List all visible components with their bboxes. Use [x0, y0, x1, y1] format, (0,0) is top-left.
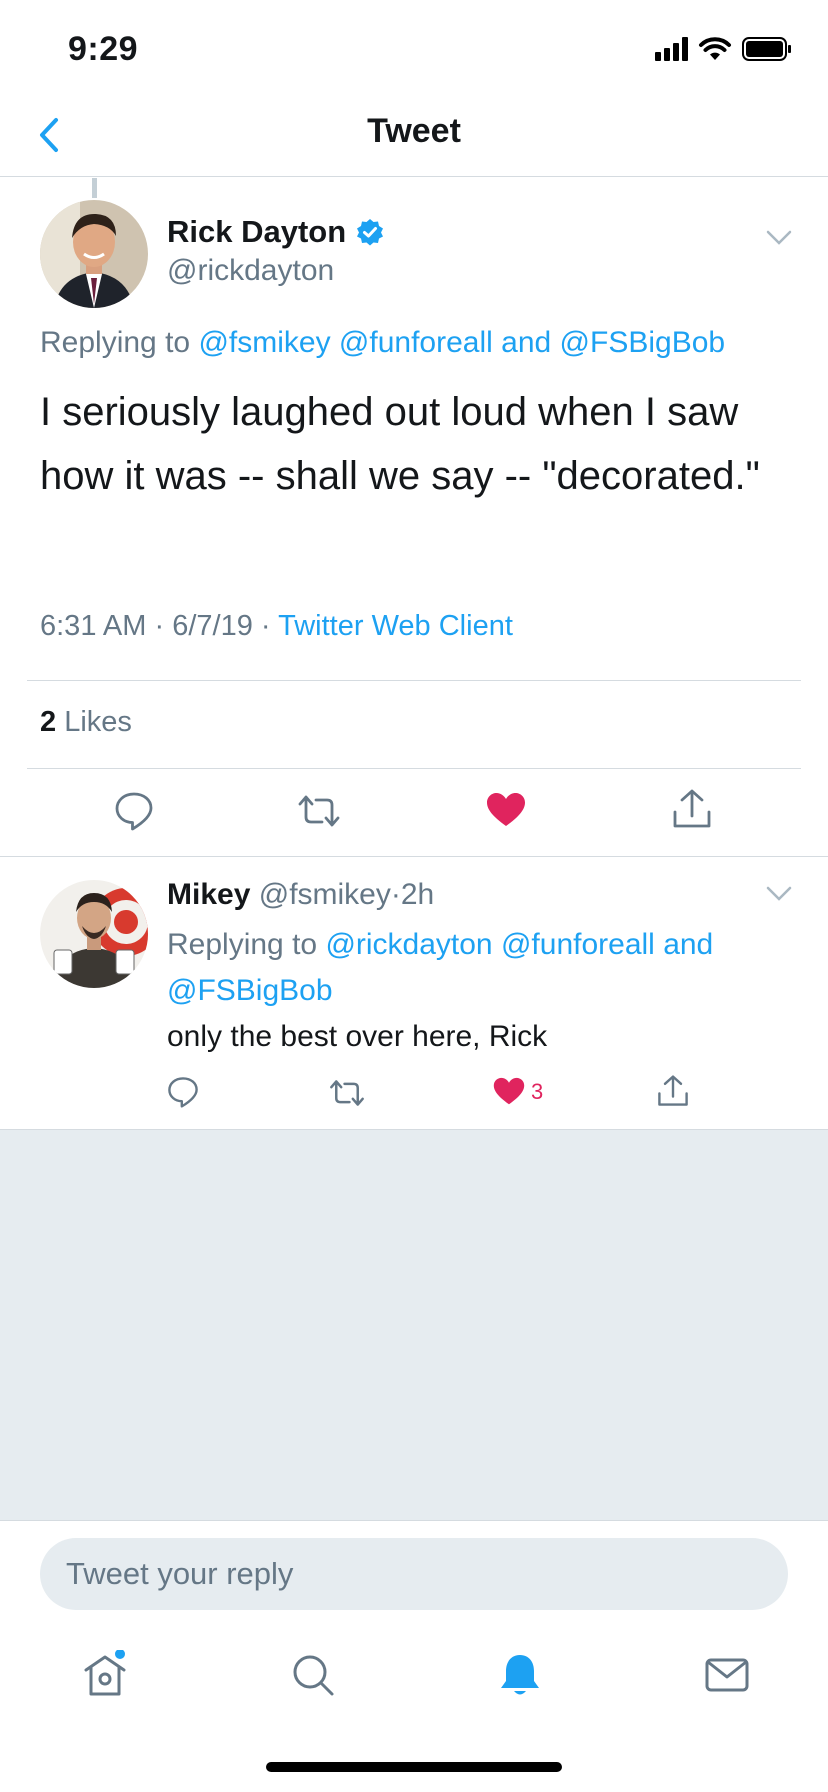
reply-like-count: 3 [531, 1078, 544, 1104]
reply-button[interactable] [114, 791, 154, 831]
tab-notifications[interactable] [495, 1650, 545, 1700]
mention-link-rickdayton[interactable]: @rickdayton [325, 928, 492, 961]
like-button[interactable] [486, 792, 526, 828]
page-title: Tweet [367, 112, 461, 150]
tweet-text: I seriously laughed out loud when I saw … [40, 390, 760, 498]
reply-reply-button[interactable] [167, 1076, 199, 1108]
divider [27, 768, 801, 769]
share-icon [658, 1075, 688, 1106]
reply-text: only the best over here, Rick [167, 1020, 548, 1053]
reply-input[interactable] [40, 1538, 788, 1610]
mention-link-funforeall[interactable]: @funforeall [339, 326, 493, 359]
verified-badge-icon [357, 219, 384, 246]
reply-replying-to-line: Replying to @rickdayton @funforeall and … [167, 922, 787, 1014]
author-handle[interactable]: @rickdayton [167, 254, 334, 288]
navigation-bar: Tweet [0, 100, 828, 177]
share-button[interactable] [672, 788, 712, 830]
reply-author-handle[interactable]: @fsmikey [259, 878, 391, 911]
retweet-button[interactable] [296, 793, 342, 829]
replying-to-prefix: Replying to [40, 326, 199, 359]
divider [27, 680, 801, 681]
retweet-icon [298, 795, 340, 827]
and-word: and [501, 326, 552, 359]
divider [0, 856, 828, 857]
reply-author-name[interactable]: Mikey [167, 878, 250, 911]
likes-label: Likes [64, 706, 132, 738]
reply-replying-to-prefix: Replying to [167, 928, 326, 961]
likes-summary[interactable]: 2 Likes [40, 706, 132, 739]
tweet-client-link[interactable]: Twitter Web Client [278, 610, 513, 642]
reply-icon [115, 792, 153, 831]
status-time: 9:29 [68, 30, 139, 68]
battery-icon [742, 37, 791, 61]
tweet-date: 6/7/19 [172, 610, 253, 642]
reply-composer[interactable] [40, 1538, 788, 1610]
home-icon [84, 1649, 126, 1696]
cellular-signal-icon [655, 37, 688, 61]
and-word: and [663, 928, 714, 961]
reply-separator: · [390, 878, 401, 911]
mention-link-funforeall[interactable]: @funforeall [501, 928, 655, 961]
empty-replies-area [0, 1129, 828, 1521]
like-icon [493, 1077, 525, 1105]
mention-link-fsbigbob[interactable]: @FSBigBob [560, 326, 726, 359]
like-icon [487, 793, 525, 826]
reply-like-button[interactable]: 3 [493, 1077, 543, 1106]
notifications-icon [501, 1655, 539, 1695]
tweet-meta: 6:31 AM · 6/7/19 · Twitter Web Client [40, 610, 513, 643]
messages-icon [705, 1658, 749, 1692]
retweet-icon [330, 1080, 364, 1106]
reply-share-button[interactable] [657, 1074, 689, 1108]
home-indicator [266, 1762, 562, 1772]
search-icon [293, 1655, 334, 1696]
tab-home[interactable] [80, 1649, 130, 1700]
mention-link-fsmikey[interactable]: @fsmikey [198, 326, 330, 359]
reply-age: 2h [400, 878, 435, 911]
tweet-menu-chevron-icon[interactable] [766, 230, 792, 246]
thread-connector-line [92, 178, 97, 198]
reply-retweet-button[interactable] [328, 1078, 366, 1108]
likes-count: 2 [40, 706, 57, 738]
reply-menu-chevron-icon[interactable] [766, 886, 792, 902]
reply-icon [168, 1077, 198, 1108]
reply-header: Mikey @fsmikey·2h [167, 878, 434, 912]
replying-to-line: Replying to @fsmikey @funforeall and @FS… [40, 326, 725, 360]
meta-separator: · [260, 610, 271, 642]
tab-messages[interactable] [702, 1650, 752, 1700]
author-name: Rick Dayton [167, 214, 347, 249]
tweet-time: 6:31 AM [40, 610, 147, 642]
avatar-rick-dayton[interactable] [40, 200, 148, 308]
share-icon [673, 789, 711, 828]
wifi-icon [699, 37, 731, 60]
status-icons [655, 36, 792, 62]
meta-separator: · [154, 610, 165, 642]
author-name-row[interactable]: Rick Dayton [167, 214, 384, 250]
tab-search[interactable] [288, 1650, 338, 1700]
status-bar: 9:29 [0, 0, 828, 100]
avatar-mikey[interactable] [40, 880, 148, 988]
mention-link-fsbigbob[interactable]: @FSBigBob [167, 974, 333, 1007]
